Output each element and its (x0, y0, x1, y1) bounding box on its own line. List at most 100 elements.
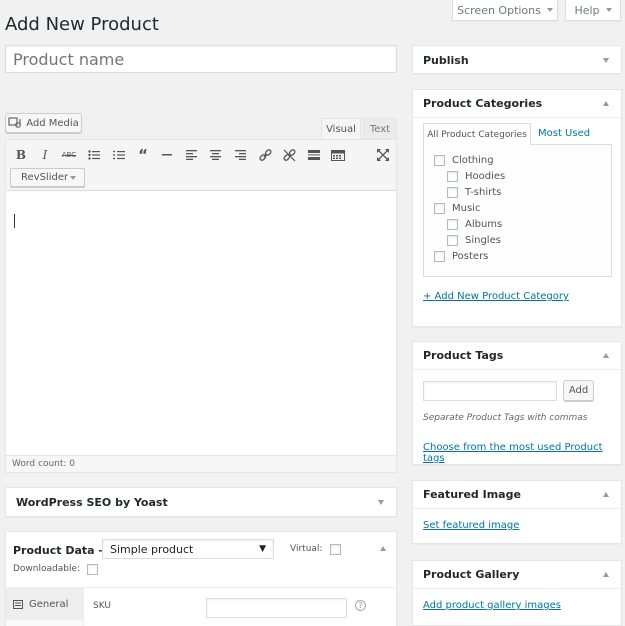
help-button[interactable]: Help (565, 0, 621, 21)
add-gallery-images-link[interactable]: Add product gallery images (423, 600, 561, 611)
categories-header[interactable]: Product Categories (413, 90, 621, 118)
horizontal-rule-icon[interactable] (157, 146, 177, 164)
category-checkbox[interactable] (447, 171, 458, 182)
align-left-icon[interactable] (181, 146, 201, 164)
category-label: Albums (465, 219, 503, 230)
virtual-checkbox[interactable] (330, 544, 341, 555)
featured-image-header[interactable]: Featured Image (413, 481, 621, 509)
category-item[interactable]: Posters (434, 251, 488, 262)
tab-general[interactable]: General (6, 588, 84, 620)
tags-header[interactable]: Product Tags (413, 342, 621, 370)
screen-options-label: Screen Options (457, 3, 541, 17)
product-categories-metabox: Product Categories All Product Categorie… (412, 89, 622, 327)
category-item[interactable]: Albums (447, 219, 502, 230)
category-item[interactable]: Singles (447, 235, 501, 246)
strikethrough-icon[interactable]: ABC (59, 146, 79, 164)
toolbar-toggle-icon[interactable] (328, 146, 348, 164)
category-label: Music (452, 203, 481, 214)
category-checklist: Clothing Hoodies T-shirts Music Albums S… (423, 144, 612, 277)
product-data-tabs: General (6, 587, 84, 626)
toggle-panel-icon[interactable] (603, 353, 609, 358)
sku-input[interactable] (206, 598, 347, 618)
category-checkbox[interactable] (447, 219, 458, 230)
tag-input[interactable] (423, 381, 557, 401)
product-type-select[interactable]: Simple product ▼ (102, 539, 274, 559)
set-featured-image-link[interactable]: Set featured image (423, 520, 519, 531)
align-right-icon[interactable] (230, 146, 250, 164)
bold-icon[interactable]: B (11, 146, 31, 164)
category-label: Clothing (452, 155, 494, 166)
downloadable-label: Downloadable: (13, 564, 81, 574)
publish-metabox: Publish (412, 45, 622, 74)
revslider-label: RevSlider (21, 172, 69, 183)
category-item[interactable]: Music (434, 203, 480, 214)
help-tip-icon[interactable]: ? (355, 600, 366, 611)
tab-general-label: General (29, 598, 69, 610)
revslider-dropdown[interactable]: RevSlider (10, 168, 85, 187)
add-tag-button[interactable]: Add (563, 380, 594, 401)
tab-visual[interactable]: Visual (321, 118, 361, 139)
toggle-panel-icon[interactable] (380, 546, 386, 551)
featured-image-title: Featured Image (423, 488, 521, 501)
italic-icon[interactable]: I (35, 146, 55, 164)
insert-link-icon[interactable] (255, 146, 275, 164)
page-title: Add New Product (5, 14, 159, 35)
add-media-button[interactable]: Add Media (5, 113, 82, 133)
remove-link-icon[interactable] (279, 146, 299, 164)
fullscreen-icon[interactable] (373, 146, 393, 164)
category-item[interactable]: Hoodies (447, 171, 505, 182)
category-label: Hoodies (465, 171, 506, 182)
category-checkbox[interactable] (447, 235, 458, 246)
sku-label: SKU (93, 601, 111, 611)
chevron-down-icon: ▼ (259, 544, 266, 554)
tab-most-used[interactable]: Most Used (538, 128, 590, 139)
toggle-panel-icon[interactable] (603, 492, 609, 497)
help-label: Help (574, 3, 600, 17)
gallery-title: Product Gallery (423, 568, 520, 581)
general-icon (13, 599, 23, 609)
product-type-value: Simple product (110, 542, 194, 556)
publish-header[interactable]: Publish (413, 46, 621, 74)
toggle-panel-icon[interactable] (603, 58, 609, 63)
blockquote-icon[interactable]: “ (133, 146, 153, 164)
toggle-panel-icon[interactable] (603, 572, 609, 577)
toggle-panel-icon[interactable] (603, 101, 609, 106)
text-caret (14, 214, 15, 228)
category-label: Posters (452, 251, 489, 262)
tags-hint: Separate Product Tags with commas (423, 413, 588, 423)
toggle-panel-icon[interactable] (378, 500, 384, 505)
category-checkbox[interactable] (447, 187, 458, 198)
read-more-icon[interactable] (304, 146, 324, 164)
numbered-list-icon[interactable] (109, 146, 129, 164)
tab-text[interactable]: Text (363, 118, 397, 139)
featured-image-metabox: Featured Image Set featured image (412, 480, 622, 544)
tab-all-product-categories[interactable]: All Product Categories (423, 123, 531, 145)
category-item[interactable]: Clothing (434, 155, 494, 166)
category-checkbox[interactable] (434, 203, 445, 214)
seo-header[interactable]: WordPress SEO by Yoast (6, 488, 396, 516)
product-data-title: Product Data — (13, 544, 110, 557)
virtual-label: Virtual: (290, 544, 323, 554)
category-checkbox[interactable] (434, 251, 445, 262)
category-checkbox[interactable] (434, 155, 445, 166)
seo-metabox: WordPress SEO by Yoast (5, 487, 397, 517)
bullet-list-icon[interactable] (84, 146, 104, 164)
chevron-down-icon (605, 8, 612, 12)
downloadable-checkbox[interactable] (87, 564, 98, 575)
category-label: T-shirts (465, 187, 502, 198)
align-center-icon[interactable] (205, 146, 225, 164)
choose-most-used-tags-link[interactable]: Choose from the most used Product tags (423, 442, 621, 464)
screen-options-button[interactable]: Screen Options (452, 0, 558, 21)
chevron-down-icon (546, 8, 553, 12)
tags-title: Product Tags (423, 349, 504, 362)
media-icon (8, 117, 22, 128)
editor-toolbar: B I ABC “ RevSlider (6, 140, 396, 191)
category-item[interactable]: T-shirts (447, 187, 501, 198)
product-name-input[interactable] (5, 45, 397, 73)
editor-content-area[interactable] (6, 192, 396, 456)
add-new-category-link[interactable]: + Add New Product Category (423, 291, 569, 302)
product-data-metabox: Product Data — Simple product ▼ Virtual:… (5, 531, 397, 626)
content-editor: B I ABC “ RevSlider Word count: 0 (5, 139, 397, 473)
gallery-header[interactable]: Product Gallery (413, 561, 621, 589)
categories-title: Product Categories (423, 97, 543, 110)
